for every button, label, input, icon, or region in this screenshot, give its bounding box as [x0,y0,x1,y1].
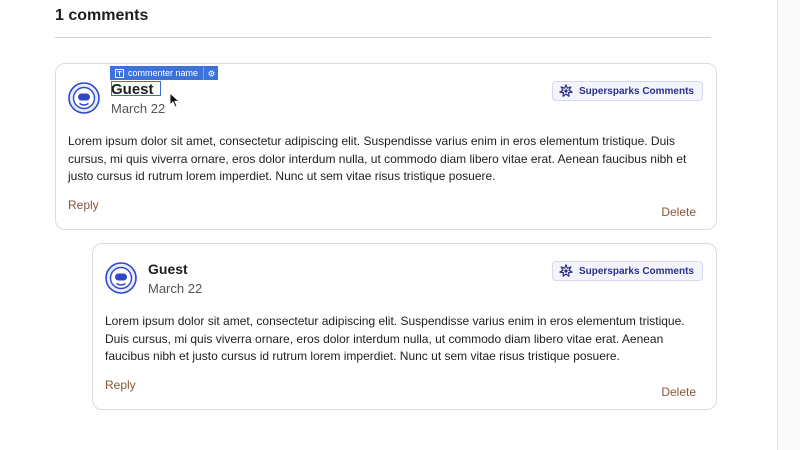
spark-icon [559,84,573,97]
comment-card: Guest March 22 Supersparks Comments Lore… [55,63,717,230]
reply-link[interactable]: Reply [68,198,99,212]
reply-link[interactable]: Reply [105,378,136,392]
supersparks-badge: Supersparks Comments [551,81,703,101]
element-toolbar[interactable]: commenter name [110,66,219,80]
gear-icon [207,69,215,77]
commenter-name: Guest [148,261,188,277]
delete-link[interactable]: Delete [661,385,696,399]
supersparks-badge: Supersparks Comments [551,261,703,281]
toolbar-label-text: commenter name [128,68,199,78]
spark-icon [559,264,573,277]
avatar-icon [68,82,100,114]
comments-count-heading: 1 comments [55,7,149,24]
comment-body: Lorem ipsum dolor sit amet, consectetur … [68,134,687,183]
delete-link[interactable]: Delete [661,205,696,219]
comment-body: Lorem ipsum dolor sit amet, consectetur … [105,314,685,363]
pointer-cursor-icon [169,92,180,108]
comment-date: March 22 [111,101,166,116]
toolbar-settings-button[interactable] [203,66,218,80]
text-field-icon [115,68,124,78]
comment-date: March 22 [148,281,203,296]
avatar-icon [105,262,137,294]
heading-divider [55,37,711,38]
page-right-edge [777,0,800,450]
toolbar-element-label[interactable]: commenter name [110,66,203,80]
badge-label: Supersparks Comments [578,85,694,97]
badge-label: Supersparks Comments [578,265,694,277]
commenter-name[interactable]: Guest [111,82,154,98]
comment-card-reply: Guest March 22 Supersparks Comments Lore… [92,243,717,410]
